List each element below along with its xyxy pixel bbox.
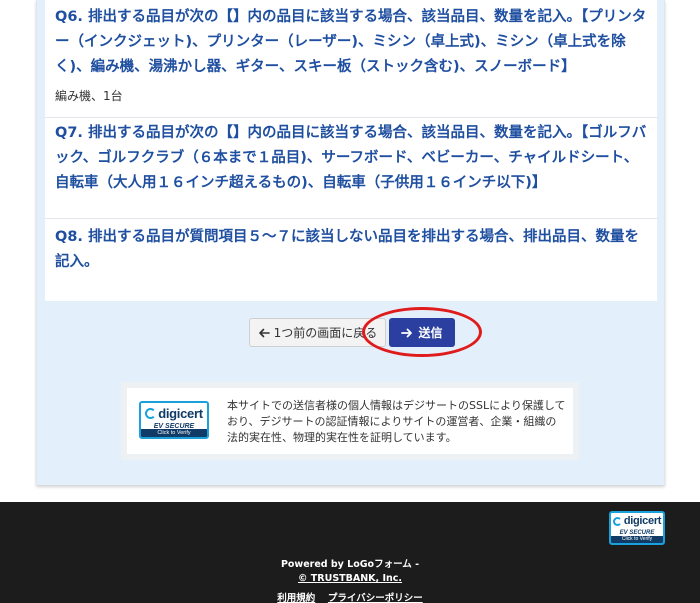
company-link[interactable]: © TRUSTBANK, Inc.: [298, 573, 402, 584]
submit-button[interactable]: 送信: [389, 318, 455, 347]
submit-button-label: 送信: [418, 326, 443, 340]
back-button-label: 1つ前の画面に戻る: [273, 326, 378, 340]
footer-company-line: © TRUSTBANK, Inc.: [0, 573, 700, 584]
ssl-info-box: digicert EV SECURE Click to Verify 本サイトで…: [121, 382, 579, 460]
footer-links: 利用規約 プライバシーポリシー: [0, 590, 700, 603]
footer-digicert-logo: digicert: [611, 515, 663, 527]
ssl-description: 本サイトでの送信者様の個人情報はデジサートのSSLにより保護しており、デジサート…: [227, 399, 566, 444]
question-label-q6: Q6. 排出する品目が次の【】内の品目に該当する場合、該当品目、数量を記入。【プ…: [55, 9, 647, 75]
terms-link[interactable]: 利用規約: [277, 593, 315, 603]
question-label-q7: Q7. 排出する品目が次の【】内の品目に該当する場合、該当品目、数量を記入。【ゴ…: [55, 125, 647, 191]
question-label-q8: Q8. 排出する品目が質問項目５～７に該当しない品目を排出する場合、排出品目、数…: [55, 229, 639, 270]
arrow-left-icon: [258, 328, 270, 337]
question-block-q6: Q6. 排出する品目が次の【】内の品目に該当する場合、該当品目、数量を記入。【プ…: [45, 0, 657, 118]
powered-by-text: Powered by LoGoフォーム -: [280, 559, 420, 570]
question-block-q8: Q8. 排出する品目が質問項目５～７に該当しない品目を排出する場合、排出品目、数…: [45, 219, 657, 301]
footer-digicert-ring-icon: [612, 516, 622, 526]
confirmation-panel: Q6. 排出する品目が次の【】内の品目に該当する場合、該当品目、数量を記入。【プ…: [45, 0, 657, 301]
footer-click-to-verify-label: Click to Verify: [611, 536, 663, 543]
footer-digicert-seal[interactable]: digicert EV SECURE Click to Verify: [609, 511, 665, 545]
form-card: Q6. 排出する品目が次の【】内の品目に該当する場合、該当品目、数量を記入。【プ…: [36, 0, 665, 485]
back-button[interactable]: 1つ前の画面に戻る: [249, 318, 386, 347]
question-block-q7: Q7. 排出する品目が次の【】内の品目に該当する場合、該当品目、数量を記入。【ゴ…: [45, 118, 657, 219]
answer-value-q6: 編み機、1台: [55, 89, 123, 103]
click-to-verify-label: Click to Verify: [141, 429, 207, 437]
footer: digicert EV SECURE Click to Verify Power…: [0, 502, 700, 603]
privacy-policy-link[interactable]: プライバシーポリシー: [328, 593, 423, 603]
digicert-ring-icon: [145, 408, 157, 419]
ssl-info-inner: digicert EV SECURE Click to Verify 本サイトで…: [127, 388, 573, 454]
digicert-seal[interactable]: digicert EV SECURE Click to Verify: [139, 401, 209, 439]
digicert-logo: digicert: [141, 406, 207, 421]
arrow-right-icon: [401, 328, 413, 337]
